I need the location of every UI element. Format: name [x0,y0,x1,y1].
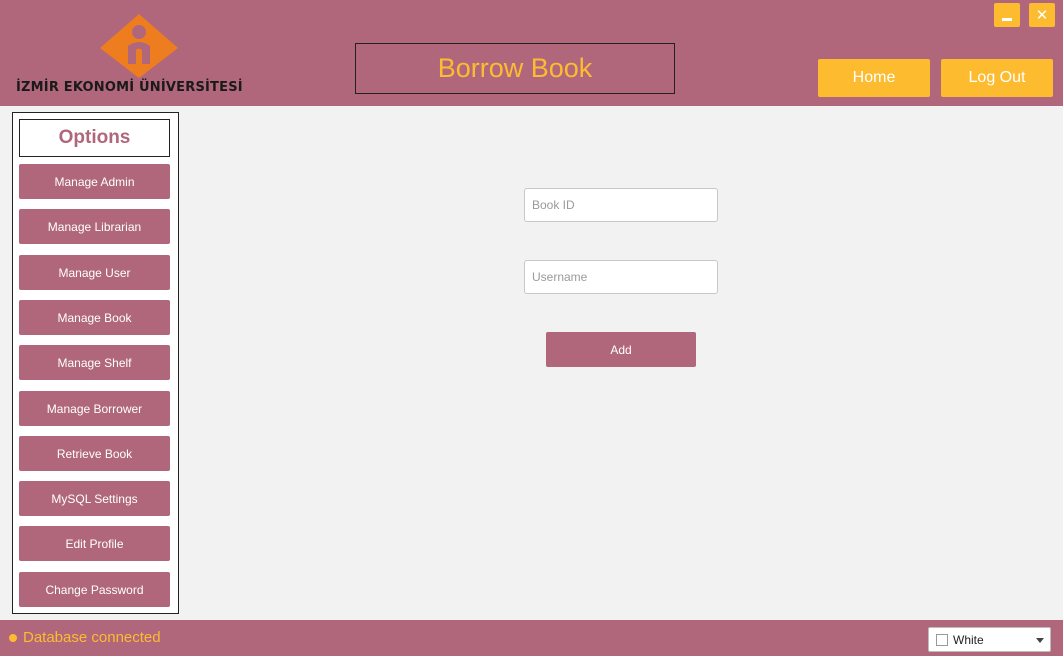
retrieve-book-button[interactable]: Retrieve Book [19,436,170,471]
page-title: Borrow Book [437,53,593,83]
university-logo: İZMİR EKONOMİ ÜNİVERSİTESİ [14,12,264,98]
status-bar: Database connected White [0,620,1063,656]
chevron-down-icon [1036,638,1044,643]
logo-text: İZMİR EKONOMİ ÜNİVERSİTESİ [16,80,243,95]
page-title-box: Borrow Book [355,43,675,94]
close-button[interactable]: ✕ [1029,3,1055,27]
manage-admin-button[interactable]: Manage Admin [19,164,170,199]
manage-user-button[interactable]: Manage User [19,255,170,290]
manage-shelf-button[interactable]: Manage Shelf [19,345,170,380]
minimize-icon [1002,17,1012,21]
manage-librarian-button[interactable]: Manage Librarian [19,209,170,244]
connection-status: Database connected [9,629,161,646]
home-button[interactable]: Home [818,59,930,97]
logo-emblem-icon [100,14,178,78]
theme-select[interactable]: White [928,627,1051,652]
options-sidebar: Options Manage Admin Manage Librarian Ma… [12,112,179,614]
status-dot-icon [9,633,17,642]
status-text: Database connected [23,629,161,646]
logout-button[interactable]: Log Out [941,59,1053,97]
mysql-settings-button[interactable]: MySQL Settings [19,481,170,516]
change-password-button[interactable]: Change Password [19,572,170,607]
header-bar: İZMİR EKONOMİ ÜNİVERSİTESİ Borrow Book ✕… [0,0,1063,106]
book-id-input[interactable] [524,188,718,222]
username-input[interactable] [524,260,718,294]
manage-book-button[interactable]: Manage Book [19,300,170,335]
add-button[interactable]: Add [546,332,696,367]
theme-checkbox-icon [936,633,948,646]
theme-selected-value: White [953,632,984,647]
manage-borrower-button[interactable]: Manage Borrower [19,391,170,426]
minimize-button[interactable] [994,3,1020,27]
close-icon: ✕ [1035,6,1049,24]
edit-profile-button[interactable]: Edit Profile [19,526,170,561]
options-heading: Options [58,127,131,148]
options-heading-box: Options [19,119,170,157]
